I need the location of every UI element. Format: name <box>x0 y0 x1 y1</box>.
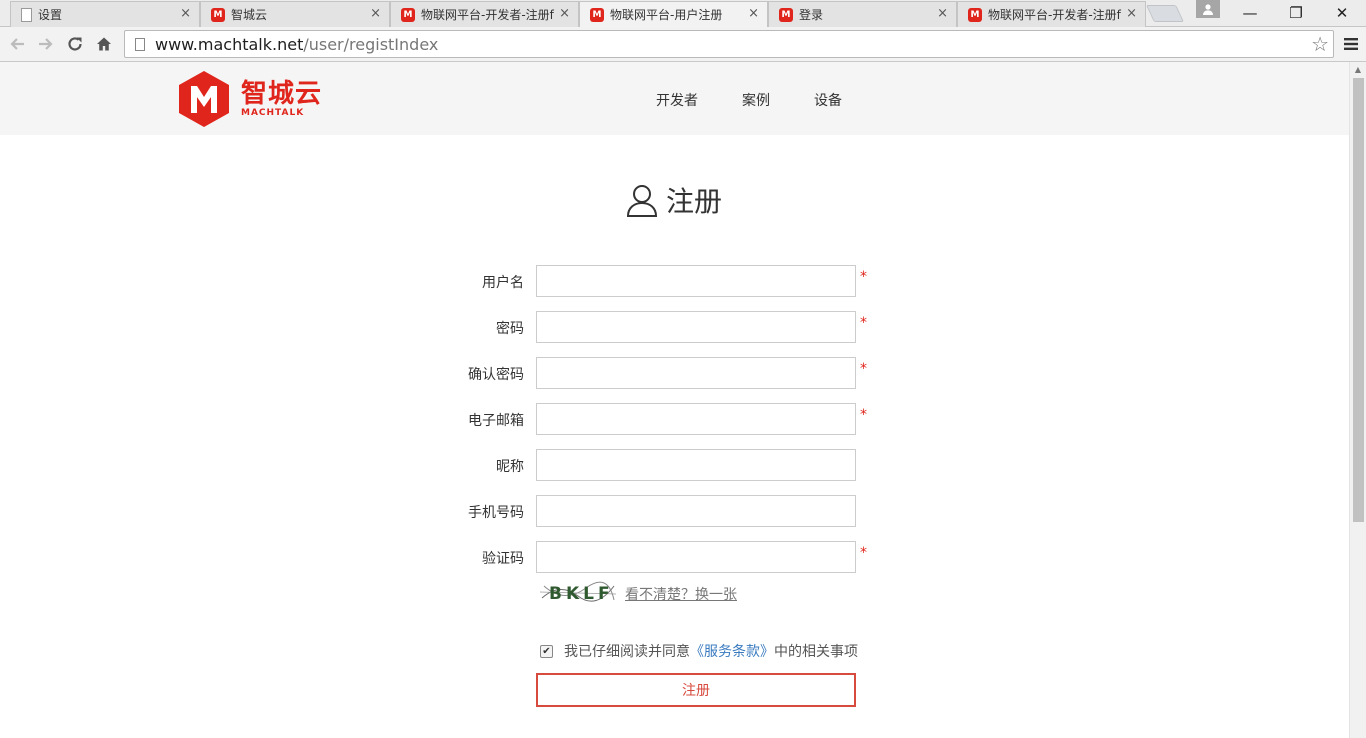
form-row-confirm-password: 确认密码 * <box>0 357 1349 389</box>
captcha-input[interactable] <box>536 541 856 573</box>
machtalk-logo-icon <box>179 71 229 127</box>
tab-login[interactable]: M 登录 × <box>768 1 957 27</box>
page-title: 注册 <box>626 180 722 220</box>
agree-prefix: 我已仔细阅读并同意 <box>564 644 690 660</box>
user-icon <box>626 185 658 217</box>
new-tab-button[interactable] <box>1146 5 1184 22</box>
terms-link[interactable]: 《服务条款》 <box>690 641 774 661</box>
password-label: 密码 <box>496 321 524 337</box>
nav-devices[interactable]: 设备 <box>814 90 842 110</box>
captcha-text: BKLF <box>549 584 614 604</box>
bookmark-star-icon[interactable]: ☆ <box>1311 32 1329 56</box>
tab-title: 智城云 <box>231 8 268 22</box>
required-mark: * <box>860 407 867 423</box>
tab-dev-register[interactable]: M 物联网平台-开发者-注册f × <box>390 1 579 27</box>
minimize-button[interactable]: — <box>1227 0 1273 26</box>
forward-arrow-icon[interactable] <box>34 31 58 57</box>
tab-dev-register-2[interactable]: M 物联网平台-开发者-注册f × <box>957 1 1146 27</box>
page-icon <box>21 7 32 22</box>
page-viewport: 智城云 MACHTALK 开发者 案例 设备 注册 用户名 * 密码 * 确认密… <box>0 62 1366 738</box>
form-row-phone: 手机号码 <box>0 495 1349 527</box>
form-row-captcha: 验证码 * <box>0 541 1349 573</box>
form-row-password: 密码 * <box>0 311 1349 343</box>
close-icon[interactable]: × <box>370 6 381 21</box>
menu-icon[interactable] <box>1340 31 1362 57</box>
nickname-input[interactable] <box>536 449 856 481</box>
email-input[interactable] <box>536 403 856 435</box>
required-mark: * <box>860 545 867 561</box>
address-url[interactable]: www.machtalk.net/user/registIndex <box>155 35 438 54</box>
close-icon[interactable]: × <box>180 6 191 21</box>
profile-icon[interactable] <box>1196 0 1220 18</box>
site-logo[interactable]: 智城云 MACHTALK <box>175 70 322 128</box>
home-icon[interactable] <box>92 31 116 57</box>
tab-title: 设置 <box>38 8 63 22</box>
restore-button[interactable]: ❐ <box>1273 0 1319 26</box>
site-header: 智城云 MACHTALK 开发者 案例 设备 <box>0 62 1349 135</box>
site-nav: 开发者 案例 设备 <box>656 90 886 110</box>
required-mark: * <box>860 361 867 377</box>
page-icon <box>135 37 145 51</box>
captcha-label: 验证码 <box>482 551 524 567</box>
close-icon[interactable]: × <box>748 6 759 21</box>
close-icon[interactable]: × <box>559 6 570 21</box>
password-input[interactable] <box>536 311 856 343</box>
close-window-button[interactable]: ✕ <box>1319 0 1365 26</box>
page-title-text: 注册 <box>666 185 723 218</box>
username-label: 用户名 <box>482 275 524 291</box>
machtalk-favicon-icon: M <box>968 7 982 22</box>
phone-input[interactable] <box>536 495 856 527</box>
captcha-image[interactable]: BKLF <box>540 578 616 606</box>
close-icon[interactable]: × <box>1126 6 1137 21</box>
scrollbar-thumb[interactable] <box>1353 78 1364 522</box>
tab-settings[interactable]: 设置 × <box>10 1 200 27</box>
confirm-password-input[interactable] <box>536 357 856 389</box>
tab-title: 物联网平台-用户注册 <box>610 8 723 22</box>
form-row-nickname: 昵称 <box>0 449 1349 481</box>
tab-user-register[interactable]: M 物联网平台-用户注册 × <box>579 1 768 27</box>
phone-label: 手机号码 <box>468 505 524 521</box>
required-mark: * <box>860 315 867 331</box>
agree-suffix: 中的相关事项 <box>774 644 858 660</box>
reload-icon[interactable] <box>63 31 87 57</box>
page-scrollbar[interactable]: ▲ <box>1349 62 1366 738</box>
tab-machtalk[interactable]: M 智城云 × <box>200 1 390 27</box>
address-bar[interactable]: www.machtalk.net/user/registIndex ☆ <box>124 30 1334 58</box>
required-mark: * <box>860 269 867 285</box>
username-input[interactable] <box>536 265 856 297</box>
machtalk-favicon-icon: M <box>779 7 793 22</box>
machtalk-favicon-icon: M <box>401 7 415 22</box>
logo-english-text: MACHTALK <box>241 108 305 118</box>
back-arrow-icon[interactable] <box>5 31 29 57</box>
nickname-label: 昵称 <box>496 459 524 475</box>
agree-checkbox[interactable]: ✔ <box>540 644 553 658</box>
scroll-up-icon[interactable]: ▲ <box>1350 62 1366 78</box>
browser-toolbar: www.machtalk.net/user/registIndex ☆ <box>0 27 1366 62</box>
tab-title: 物联网平台-开发者-注册f <box>421 8 554 22</box>
close-icon[interactable]: × <box>937 6 948 21</box>
tab-title: 物联网平台-开发者-注册f <box>988 8 1121 22</box>
register-button[interactable]: 注册 <box>536 673 856 707</box>
tab-title: 登录 <box>799 8 824 22</box>
form-row-username: 用户名 * <box>0 265 1349 297</box>
email-label: 电子邮箱 <box>468 413 524 429</box>
confirm-password-label: 确认密码 <box>468 367 524 383</box>
nav-developer[interactable]: 开发者 <box>656 90 698 110</box>
logo-chinese-text: 智城云 <box>241 79 323 109</box>
machtalk-favicon-icon: M <box>590 7 604 22</box>
agreement-row: ✔ 我已仔细阅读并同意 《服务条款》 中的相关事项 <box>540 641 858 661</box>
browser-tab-strip: 设置 × M 智城云 × M 物联网平台-开发者-注册f × M 物联网平台-用… <box>0 0 1366 27</box>
nav-cases[interactable]: 案例 <box>742 90 770 110</box>
machtalk-favicon-icon: M <box>211 7 225 22</box>
form-row-email: 电子邮箱 * <box>0 403 1349 435</box>
captcha-refresh-link[interactable]: 看不清楚？换一张 <box>625 584 737 604</box>
